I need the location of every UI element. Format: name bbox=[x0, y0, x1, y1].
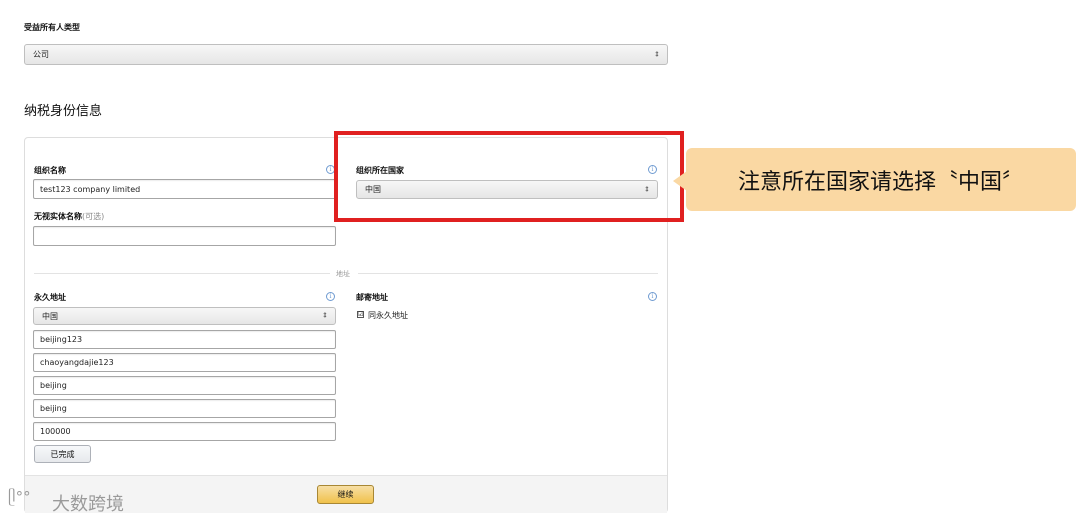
disregarded-entity-input[interactable] bbox=[33, 226, 336, 246]
province-input[interactable]: beijing bbox=[33, 399, 336, 418]
done-button[interactable]: 已完成 bbox=[34, 445, 91, 463]
select-arrow-icon: ⇕ bbox=[322, 311, 328, 320]
permanent-address-label: 永久地址 bbox=[34, 293, 66, 302]
continue-button[interactable]: 继续 bbox=[317, 485, 374, 504]
address-line-1-input[interactable]: beijing123 bbox=[33, 330, 336, 349]
same-as-permanent-label: 同永久地址 bbox=[368, 311, 408, 320]
same-as-permanent-checkbox[interactable]: ☑ bbox=[357, 311, 364, 318]
select-arrow-icon: ⇕ bbox=[654, 50, 660, 58]
address-divider-label: 地址 bbox=[336, 270, 350, 278]
info-icon[interactable]: i bbox=[326, 292, 335, 301]
highlight-box bbox=[334, 131, 684, 222]
postal-code-input[interactable]: 100000 bbox=[33, 422, 336, 441]
address-line-2-input[interactable]: chaoyangdajie123 bbox=[33, 353, 336, 372]
disregarded-entity-label-text: 无视实体名称 bbox=[34, 212, 82, 221]
owner-type-select[interactable]: 公司 ⇕ bbox=[24, 44, 668, 65]
org-name-label: 组织名称 bbox=[34, 166, 66, 175]
address-country-value: 中国 bbox=[42, 311, 58, 321]
disregarded-entity-label: 无视实体名称(可选) bbox=[34, 211, 104, 222]
info-icon[interactable]: i bbox=[648, 292, 657, 301]
divider-left bbox=[34, 273, 330, 274]
owner-type-value: 公司 bbox=[33, 50, 49, 59]
watermark-text: 大数跨境 bbox=[52, 494, 124, 515]
city-input[interactable]: beijing bbox=[33, 376, 336, 395]
mailing-address-label: 邮寄地址 bbox=[356, 293, 388, 302]
org-name-input[interactable]: test123 company limited bbox=[33, 179, 336, 199]
section-title: 纳税身份信息 bbox=[24, 104, 103, 119]
divider-right bbox=[358, 273, 658, 274]
optional-tag: (可选) bbox=[82, 212, 105, 221]
owner-type-label: 受益所有人类型 bbox=[24, 23, 80, 32]
address-country-select[interactable]: 中国 ⇕ bbox=[33, 307, 336, 325]
watermark-logo-icon: ᥫ°° bbox=[8, 488, 31, 506]
callout-pointer bbox=[673, 171, 687, 191]
annotation-callout: 注意所在国家请选择〝中国〞 bbox=[686, 148, 1076, 211]
